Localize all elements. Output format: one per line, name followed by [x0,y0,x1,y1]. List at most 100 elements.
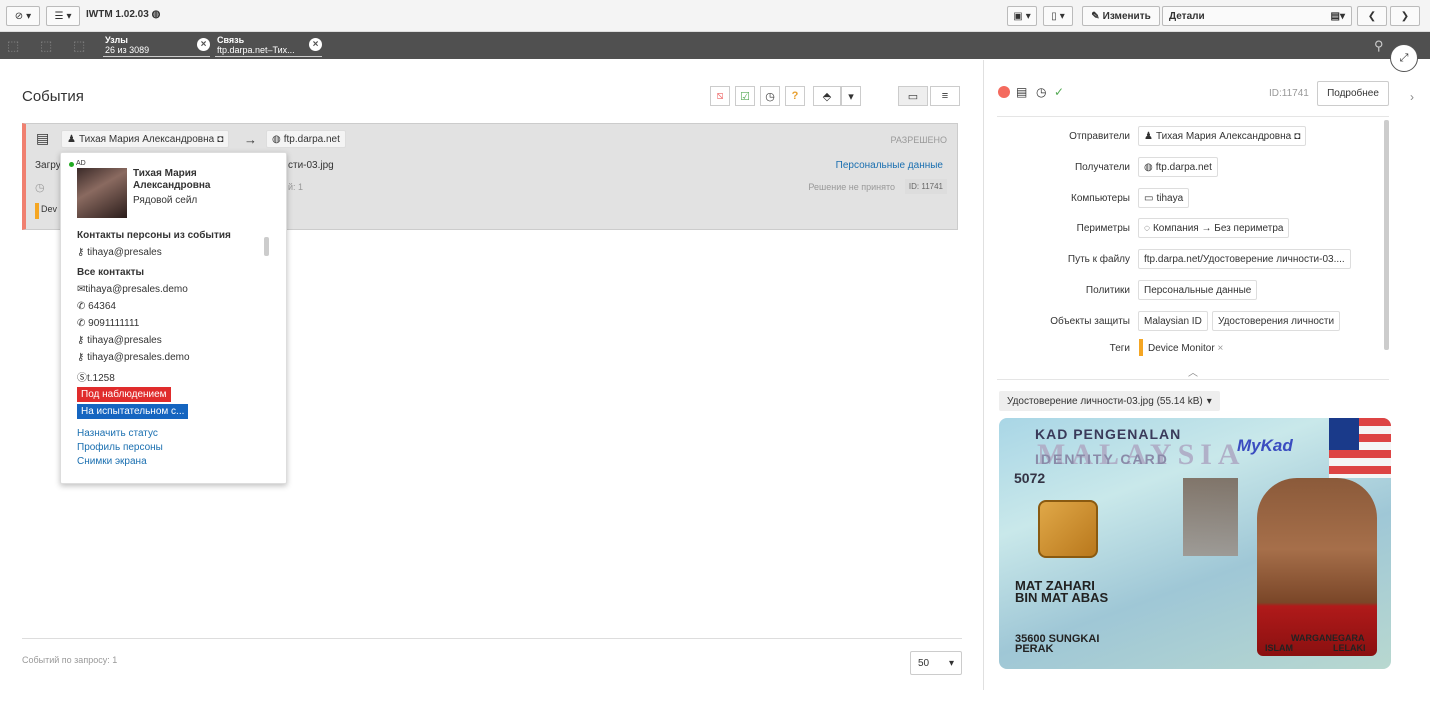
scrollbar[interactable] [1384,120,1389,350]
globe-icon: ◍ [151,9,161,20]
person-popup: AD Тихая Мария Александровна Рядовой сей… [60,152,287,484]
field-label: Путь к файлу [1067,254,1130,265]
close-icon[interactable]: × [197,38,210,51]
field-label: Отправители [1069,131,1130,142]
clock-icon: ◷ [1036,85,1047,99]
divider [997,379,1389,380]
event-action-text: Загру [35,160,61,171]
file-path-value[interactable]: ftp.darpa.net/Удостоверение личности-03.… [1138,249,1351,269]
chevron-left-icon: ❮ [1367,10,1377,22]
protected-object-value[interactable]: Malaysian ID [1138,311,1208,331]
ad-label: AD [76,160,86,167]
clear-filters-icon[interactable]: ⬚ [73,38,85,54]
decision-label: Решение не принято [808,182,895,192]
unknown-filter-icon[interactable]: ? [785,86,805,106]
close-icon[interactable]: × [1217,343,1223,354]
globe-icon: ◍ [1144,161,1153,173]
undo-icon[interactable]: ⬚ [7,38,19,54]
online-dot [69,162,74,167]
receiver-value[interactable]: ◍ ftp.darpa.net [1138,157,1218,177]
person-icon: ♟ [1144,130,1153,142]
view-list-button[interactable]: ≡ [930,86,960,106]
monitor-icon: ▭ [1144,192,1154,204]
religion-text: ISLAM [1265,643,1293,653]
tag-value[interactable]: Device Monitor × [1148,343,1223,354]
camera-icon: ◘ [1294,130,1301,142]
person-icon: ♟ [67,133,76,145]
compass-menu-button[interactable]: ⊘ ▾ [6,6,40,26]
policy-link[interactable]: Персональные данные [836,160,943,171]
bookmark-menu-button[interactable]: ▯ ▾ [1043,6,1073,26]
tag-color-marker [35,203,39,219]
collapse-panel-icon[interactable]: › [1410,90,1414,104]
contact-item: ✉tihaya@presales.demo [77,284,188,295]
holder-name: MAT ZAHARI BIN MAT ABAS [1015,578,1109,605]
document-icon: ▤ [1016,85,1028,99]
phone-icon: ✆ [77,318,86,329]
sender-value[interactable]: ♟ Тихая Мария Александровна ◘ [1138,126,1307,146]
screenshots-link[interactable]: Снимки экрана [77,456,147,467]
filter-chip-link[interactable]: Связь ftp.darpa.net–Тих... × [215,35,322,57]
holder-address: 35600 SUNGKAI PERAK [1015,633,1100,655]
event-contact: ⚷ tihaya@presales [77,247,162,258]
violation-filter-icon[interactable]: ⧅ [710,86,730,106]
tag-color-marker [1139,339,1143,356]
clock-icon: ◷ [35,182,45,194]
receiver-tag[interactable]: ◍ ftp.darpa.net [266,130,346,148]
perimeter-value[interactable]: ◌ Компания → Без периметра [1138,218,1290,238]
list-menu-button[interactable]: ☰ ▾ [46,6,80,26]
tag-dropdown-icon[interactable]: ▾ [841,86,861,106]
protected-object-value[interactable]: Удостоверения личности [1212,311,1341,331]
redo-icon[interactable]: ⬚ [40,38,52,54]
attachment-select[interactable]: Удостоверение личности-03.jpg (55.14 kB)… [999,391,1220,411]
view-cards-button[interactable]: ▭ [898,86,928,106]
allowed-filter-icon[interactable]: ☑ [735,86,755,106]
person-role: Рядовой сейл [133,195,198,206]
prev-button[interactable]: ❮ [1357,6,1387,26]
arrow-icon: → [244,132,257,147]
filter-chip-nodes[interactable]: Узлы 26 из 3089 × [103,35,210,57]
collapse-icon[interactable]: ︿ [1188,364,1198,379]
contact-item: ⚷ tihaya@presales [77,335,162,346]
field-label: Политики [1085,285,1130,296]
divider [997,116,1389,117]
holder-photo [1257,478,1377,656]
contact-item: Ⓢt.1258 [77,373,115,384]
contact-item: ✆ 9091111111 [77,318,140,329]
computer-value[interactable]: ▭ tihaya [1138,188,1190,208]
edit-button[interactable]: ✎ Изменить [1082,6,1160,26]
assign-status-link[interactable]: Назначить статус [77,428,158,439]
close-icon[interactable]: × [309,38,322,51]
more-button[interactable]: Подробнее [1317,81,1389,106]
app-title: IWTM 1.02.03 ◍ [86,9,161,20]
person-profile-link[interactable]: Профиль персоны [77,442,163,453]
status-badge-watch: Под наблюдением [77,387,171,402]
search-icon[interactable]: ⚲ [1374,38,1384,54]
page-size-select[interactable]: 50 ▾ [910,651,962,675]
ghost-photo [1183,478,1238,556]
scrollbar[interactable] [264,237,269,256]
event-tag-text: Dev [41,204,58,214]
tag-filter-icon[interactable]: ⬘ [813,86,841,106]
key-icon: ⚷ [77,335,85,346]
field-label: Теги [1109,343,1130,354]
next-button[interactable]: ❯ [1390,6,1420,26]
detail-id: ID:11741 [1269,88,1309,99]
field-label: Компьютеры [1071,193,1130,204]
pencil-icon: ✎ [1091,10,1100,22]
policy-value[interactable]: Персональные данные [1138,280,1258,300]
page-title: События [22,88,84,105]
sender-tag[interactable]: ♟ Тихая Мария Александровна ◘ [61,130,230,148]
skype-icon: Ⓢ [77,373,87,384]
chevron-right-icon: ❯ [1400,10,1410,22]
citizenship-text: WARGANEGARA [1291,633,1365,643]
camera-icon: ◘ [217,133,224,145]
bookmark-icon: ▯ [1051,10,1057,22]
clock-filter-icon[interactable]: ◷ [760,86,780,106]
contact-item: ✆ 64364 [77,301,116,312]
document-icon: ▤ [36,130,50,146]
monitor-menu-button[interactable]: ▣ ▾ [1007,6,1037,26]
details-select[interactable]: Детали ▤▾ [1162,6,1352,26]
compass-icon: ⊘ [14,10,24,22]
person-name: Тихая Мария Александровна [133,168,211,191]
